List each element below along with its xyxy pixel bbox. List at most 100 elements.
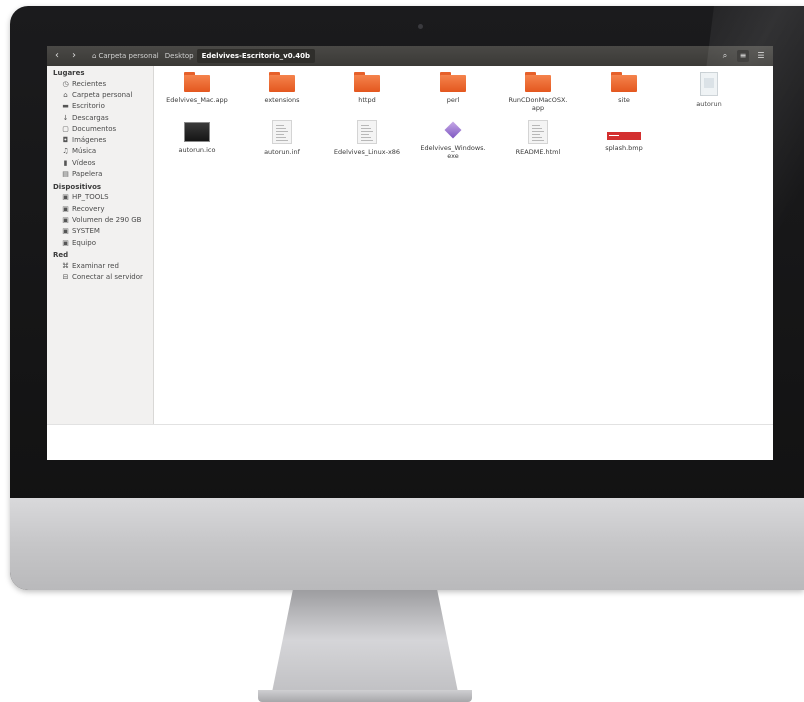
sidebar-item[interactable]: ♫ Música <box>47 146 153 157</box>
file-item[interactable]: httpd <box>324 72 410 104</box>
file-name: httpd <box>358 96 376 104</box>
chevron-right-icon[interactable]: › <box>67 49 81 63</box>
sidebar-item-label: Examinar red <box>72 261 119 270</box>
sidebar-section-title: Dispositivos <box>53 182 102 191</box>
sidebar-item-label: Música <box>72 147 97 156</box>
sidebar-item[interactable]: ▮ Vídeos <box>47 157 153 168</box>
sidebar-item[interactable]: ⊟ Conectar al servidor <box>47 271 153 282</box>
file-name: perl <box>446 96 460 104</box>
file-item[interactable]: autorun.inf <box>239 120 325 156</box>
sidebar-section-title: Lugares <box>53 69 85 77</box>
sidebar-item[interactable]: ◘ Imágenes <box>47 134 153 145</box>
menu-icon[interactable]: ☰ <box>755 50 767 62</box>
toolbar-right: ⌕ ≡ ☰ <box>719 50 767 62</box>
file-item[interactable]: autorun.ico <box>154 120 240 154</box>
sidebar-item[interactable]: ▣ Volumen de 290 GB <box>47 214 153 225</box>
sidebar-item-label: HP_TOOLS <box>72 193 109 202</box>
chevron-left-icon[interactable]: ‹ <box>50 49 64 63</box>
sidebar-item-label: Equipo <box>72 238 96 247</box>
sidebar-item[interactable]: ▣ SYSTEM <box>47 226 153 237</box>
music-icon: ♫ <box>62 147 69 156</box>
drive-icon: ▣ <box>62 215 69 224</box>
file-name: extensions <box>264 96 300 104</box>
sidebar-item[interactable]: ↓ Descargas <box>47 112 153 123</box>
sidebar-item[interactable]: ▤ Papelera <box>47 168 153 179</box>
autorun-file-icon <box>700 72 718 96</box>
camera <box>418 24 423 29</box>
camera-icon: ◘ <box>62 136 69 145</box>
sidebar-item-label: Papelera <box>72 170 103 179</box>
file-name: autorun <box>696 100 722 108</box>
sidebar-item[interactable]: ▢ Documentos <box>47 123 153 134</box>
search-icon[interactable]: ⌕ <box>719 50 731 62</box>
file-view: Edelvives_Mac.app extensions httpd perl RunC… <box>154 66 773 424</box>
home-icon: ⌂ <box>63 90 68 99</box>
folder-icon: ▬ <box>62 102 69 111</box>
sidebar-item-label: Descargas <box>72 113 109 122</box>
bitmap-file-icon <box>607 132 641 140</box>
file-item[interactable]: site <box>581 72 667 104</box>
sidebar-item-label: Escritorio <box>72 102 105 111</box>
sidebar-item-label: SYSTEM <box>72 227 100 236</box>
image-file-icon <box>184 122 210 142</box>
sidebar-item-label: Vídeos <box>72 158 96 167</box>
folder-icon <box>611 72 637 92</box>
network-icon: ⌘ <box>62 261 69 270</box>
file-name: autorun.inf <box>264 148 300 156</box>
breadcrumb: ⌂ Carpeta personal Desktop Edelvives-Esc… <box>89 49 316 63</box>
sidebar-item[interactable]: ◷ Recientes <box>47 78 153 89</box>
file-item[interactable]: RunCDonMacOSX. app <box>495 72 581 112</box>
download-icon: ↓ <box>62 113 69 122</box>
file-item[interactable]: splash.bmp <box>581 120 667 152</box>
drive-icon: ▣ <box>62 238 69 247</box>
home-icon: ⌂ <box>92 52 97 60</box>
file-name: site <box>618 96 630 104</box>
file-item[interactable]: perl <box>410 72 496 104</box>
sidebar-item[interactable]: ▬ Escritorio <box>47 101 153 112</box>
sidebar-item[interactable]: ▣ Recovery <box>47 203 153 214</box>
file-name: autorun.ico <box>178 146 216 154</box>
film-icon: ▮ <box>63 158 68 167</box>
sidebar-section-title: Red <box>53 251 69 260</box>
drive-icon: ▣ <box>62 204 69 213</box>
imac-stand <box>270 590 460 702</box>
text-file-icon <box>272 120 292 144</box>
sidebar-item-label: Conectar al servidor <box>72 273 143 282</box>
sidebar-item[interactable]: ⌘ Examinar red <box>47 260 153 271</box>
sidebar-item-label: Imágenes <box>72 136 107 145</box>
file-item[interactable]: autorun <box>666 72 752 108</box>
file-name: README.html <box>515 148 561 156</box>
file-item[interactable]: Edelvives_Mac.app <box>154 72 240 104</box>
sidebar-item[interactable]: ⌂ Carpeta personal <box>47 89 153 100</box>
file-item[interactable]: extensions <box>239 72 325 104</box>
drive-icon: ▣ <box>62 193 69 202</box>
breadcrumb-home[interactable]: ⌂ Carpeta personal <box>89 52 162 60</box>
file-item[interactable]: Edelvives_Windows. exe <box>410 120 496 160</box>
sidebar-item-label: Documentos <box>72 124 117 133</box>
sidebar-item[interactable]: ▣ HP_TOOLS <box>47 192 153 203</box>
server-icon: ⊟ <box>62 273 69 282</box>
folder-icon <box>440 72 466 92</box>
sidebar-item-label: Recientes <box>72 79 107 88</box>
document-icon: ▢ <box>62 124 69 133</box>
breadcrumb-label: Carpeta personal <box>98 52 159 60</box>
executable-icon <box>443 120 463 140</box>
folder-icon <box>269 72 295 92</box>
imac-stand-base <box>258 690 472 702</box>
folder-icon <box>184 72 210 92</box>
breadcrumb-current[interactable]: Edelvives-Escritorio_v0.40b <box>196 49 316 63</box>
sidebar-item[interactable]: ▣ Equipo <box>47 237 153 248</box>
file-item[interactable]: README.html <box>495 120 581 156</box>
breadcrumb-desktop[interactable]: Desktop <box>162 52 197 60</box>
file-name: RunCDonMacOSX. app <box>508 96 568 112</box>
list-view-icon[interactable]: ≡ <box>737 50 749 62</box>
text-file-icon <box>528 120 548 144</box>
imac-chin <box>10 498 804 590</box>
status-bar <box>47 424 773 460</box>
file-name: Edelvives_Linux-x86 <box>333 148 401 156</box>
file-item[interactable]: Edelvives_Linux-x86 <box>324 120 410 156</box>
drive-icon: ▣ <box>62 227 69 236</box>
sidebar-item-label: Volumen de 290 GB <box>72 215 142 224</box>
file-name: Edelvives_Windows. exe <box>420 144 486 160</box>
text-file-icon <box>357 120 377 144</box>
